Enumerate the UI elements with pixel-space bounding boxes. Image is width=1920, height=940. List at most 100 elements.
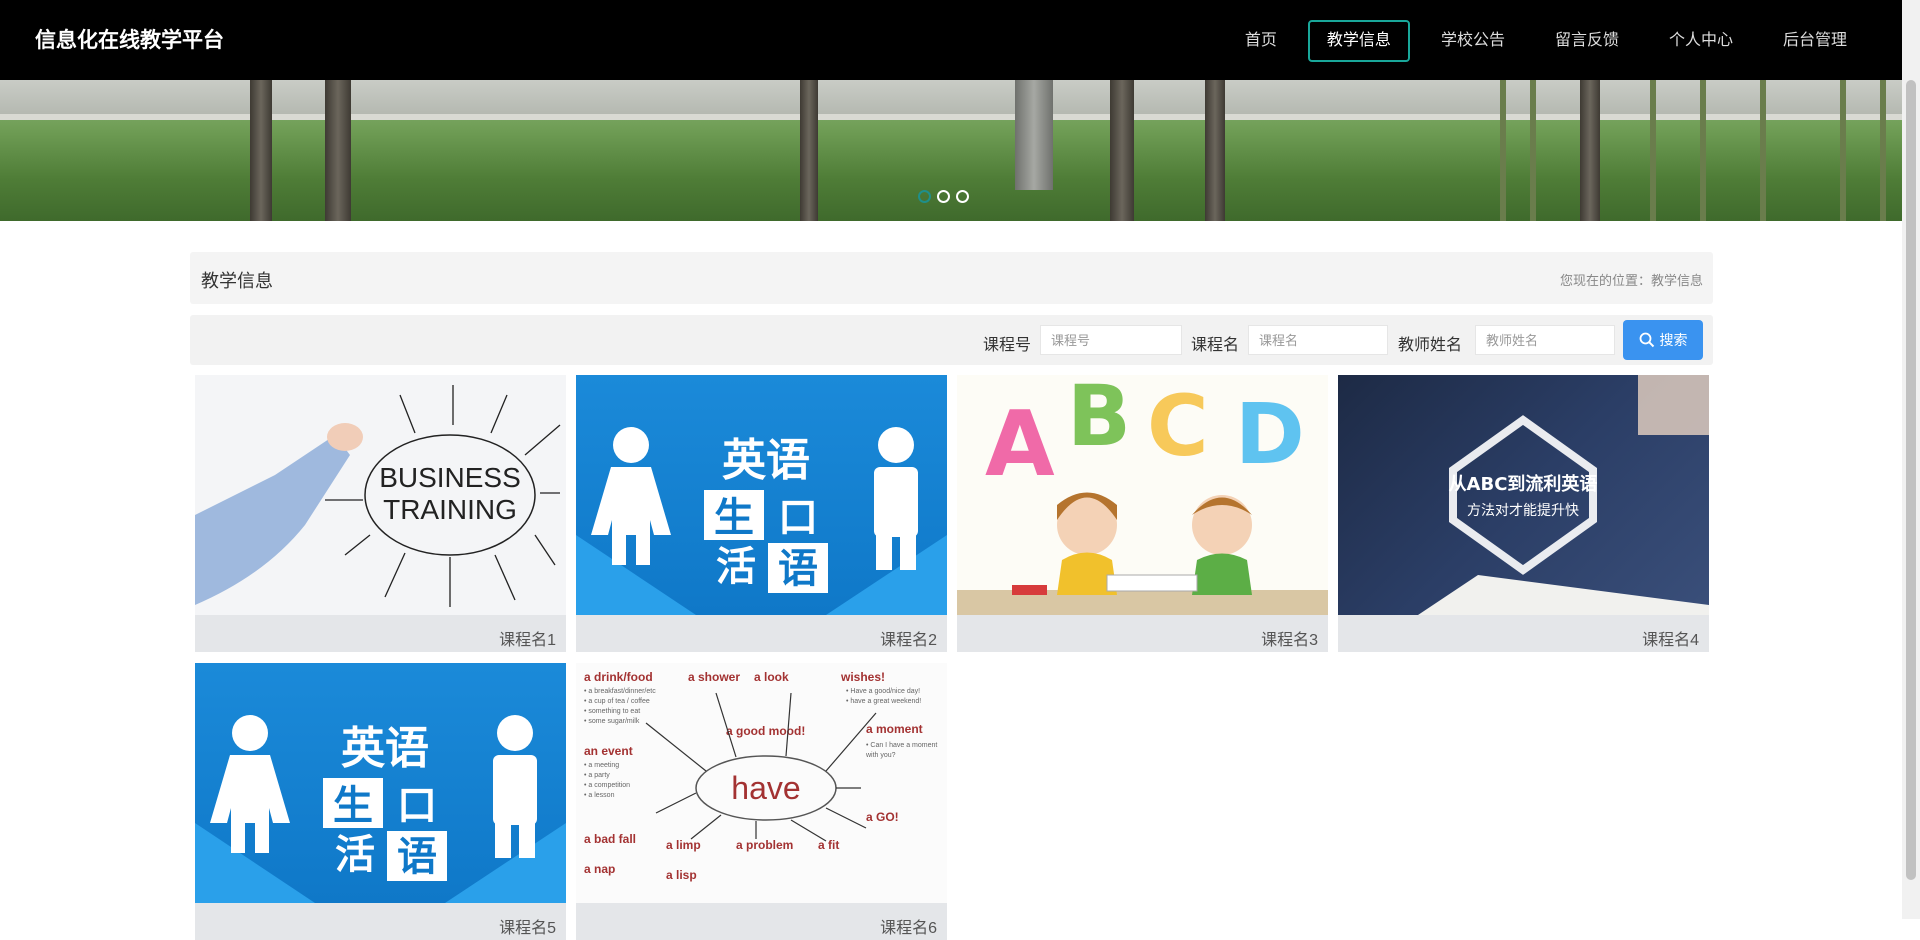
nav-item-home[interactable]: 首页 — [1226, 20, 1296, 62]
svg-text:a lisp: a lisp — [666, 868, 697, 882]
svg-text:a GO!: a GO! — [866, 810, 899, 824]
svg-text:B: B — [1067, 375, 1131, 465]
svg-text:• a breakfast/dinner/etc: • a breakfast/dinner/etc — [584, 688, 656, 695]
carousel-indicators — [918, 190, 969, 203]
nav-item-announcements[interactable]: 学校公告 — [1422, 20, 1524, 62]
course-name: 课程名2 — [880, 632, 937, 649]
banner-curb — [0, 114, 1902, 120]
banner-road — [0, 80, 1902, 114]
english-speaking-image: 英语 生 口 活 语 — [195, 663, 566, 903]
svg-text:英语: 英语 — [722, 435, 810, 486]
banner-bamboo — [1840, 80, 1846, 221]
svg-text:活: 活 — [335, 832, 375, 878]
banner-tree-trunk — [250, 80, 272, 221]
svg-text:TRAINING: TRAINING — [383, 494, 517, 525]
nav-item-admin[interactable]: 后台管理 — [1764, 20, 1866, 62]
nav-item-personal-center[interactable]: 个人中心 — [1650, 20, 1752, 62]
course-card[interactable]: a drink/food a shower a look wishes! an … — [576, 663, 947, 940]
fluent-english-image: 从ABC到流利英语 方法对才能提升快 — [1338, 375, 1709, 615]
svg-text:从ABC到流利英语: 从ABC到流利英语 — [1449, 473, 1598, 495]
banner-tree-trunk — [1205, 80, 1225, 221]
svg-text:• a cup of tea / coffee: • a cup of tea / coffee — [584, 698, 650, 705]
banner-lamp-pole — [1015, 80, 1053, 190]
svg-text:a nap: a nap — [584, 862, 615, 876]
course-card[interactable]: A B C D 课程名3 — [957, 375, 1328, 652]
banner-bamboo — [1650, 80, 1656, 221]
svg-text:语: 语 — [778, 546, 818, 592]
search-bar: 课程号 课程名 教师姓名 搜索 — [190, 315, 1713, 365]
banner-bamboo — [1530, 80, 1536, 221]
svg-text:an event: an event — [584, 744, 633, 758]
svg-text:a limp: a limp — [666, 838, 701, 852]
svg-text:a shower: a shower — [688, 670, 740, 684]
scrollbar-thumb[interactable] — [1906, 80, 1916, 880]
svg-text:口: 口 — [778, 495, 818, 541]
course-name: 课程名6 — [880, 920, 937, 937]
course-name-input[interactable] — [1248, 325, 1388, 355]
svg-text:• have a great weekend!: • have a great weekend! — [846, 698, 921, 705]
svg-text:wishes!: wishes! — [840, 670, 885, 684]
top-navbar: 信息化在线教学平台 首页 教学信息 学校公告 留言反馈 个人中心 后台管理 — [0, 0, 1902, 80]
banner-bamboo — [1500, 80, 1506, 221]
svg-text:• Have a good/nice day!: • Have a good/nice day! — [846, 688, 920, 695]
search-button[interactable]: 搜索 — [1623, 320, 1703, 360]
carousel-dot-3[interactable] — [956, 190, 969, 203]
carousel-dot-2[interactable] — [937, 190, 950, 203]
svg-text:a look: a look — [754, 670, 789, 684]
svg-text:a problem: a problem — [736, 838, 793, 852]
svg-text:a moment: a moment — [866, 722, 923, 736]
svg-text:方法对才能提升快: 方法对才能提升快 — [1467, 503, 1579, 519]
svg-text:• some sugar/milk: • some sugar/milk — [584, 718, 640, 725]
banner-tree-trunk — [325, 80, 351, 221]
svg-text:have: have — [731, 770, 800, 806]
svg-text:BUSINESS: BUSINESS — [379, 462, 521, 493]
svg-text:• a lesson: • a lesson — [584, 792, 615, 799]
course-card[interactable]: 英语 生 口 活 语 课程名5 — [195, 663, 566, 940]
course-name: 课程名1 — [499, 632, 556, 649]
course-name-label: 课程名 — [1191, 337, 1240, 354]
course-name: 课程名4 — [1642, 632, 1699, 649]
course-card[interactable]: 英语 生 口 活 语 课程名2 — [576, 375, 947, 652]
abc-kids-image: A B C D — [957, 375, 1328, 615]
svg-text:• a meeting: • a meeting — [584, 762, 619, 769]
business-training-image: BUSINESS TRAINING — [195, 375, 566, 615]
svg-text:英语: 英语 — [341, 723, 429, 774]
svg-text:C: C — [1147, 377, 1209, 475]
svg-text:a good mood!: a good mood! — [726, 724, 805, 738]
svg-text:语: 语 — [397, 834, 437, 880]
site-brand[interactable]: 信息化在线教学平台 — [35, 24, 224, 54]
banner-bamboo — [1880, 80, 1886, 221]
svg-text:• Can I have a moment: • Can I have a moment — [866, 742, 937, 749]
course-card[interactable]: BUSINESS TRAINING 课程名1 — [195, 375, 566, 652]
course-no-input[interactable] — [1040, 325, 1182, 355]
course-name: 课程名5 — [499, 920, 556, 937]
course-card[interactable]: 从ABC到流利英语 方法对才能提升快 课程名4 — [1338, 375, 1709, 652]
english-speaking-image: 英语 生 口 活 语 — [576, 375, 947, 615]
course-no-label: 课程号 — [983, 337, 1032, 354]
svg-text:生: 生 — [333, 783, 373, 829]
nav-item-teaching-info[interactable]: 教学信息 — [1307, 20, 1410, 62]
search-icon — [1639, 332, 1654, 348]
svg-text:生: 生 — [714, 495, 754, 541]
main-nav: 首页 教学信息 学校公告 留言反馈 个人中心 后台管理 — [1226, 20, 1866, 62]
svg-text:• a party: • a party — [584, 772, 610, 779]
svg-text:• a competition: • a competition — [584, 782, 630, 789]
svg-text:活: 活 — [716, 544, 756, 590]
course-name: 课程名3 — [1261, 632, 1318, 649]
have-mindmap-image: a drink/food a shower a look wishes! an … — [576, 663, 947, 903]
page-title: 教学信息 — [201, 271, 273, 291]
svg-text:D: D — [1235, 385, 1305, 483]
banner-bamboo — [1760, 80, 1766, 221]
svg-text:a bad fall: a bad fall — [584, 832, 636, 846]
page-title-bar: 教学信息 您现在的位置：教学信息 — [190, 252, 1713, 304]
teacher-name-input[interactable] — [1475, 325, 1615, 355]
svg-text:a drink/food: a drink/food — [584, 670, 653, 684]
svg-text:with you?: with you? — [865, 752, 896, 759]
svg-text:口: 口 — [397, 783, 437, 829]
svg-text:A: A — [985, 392, 1055, 497]
banner-tree-trunk — [1110, 80, 1134, 221]
banner-tree-trunk — [800, 80, 818, 221]
nav-item-feedback[interactable]: 留言反馈 — [1536, 20, 1638, 62]
svg-text:• something to eat: • something to eat — [584, 708, 640, 715]
carousel-dot-1[interactable] — [918, 190, 931, 203]
